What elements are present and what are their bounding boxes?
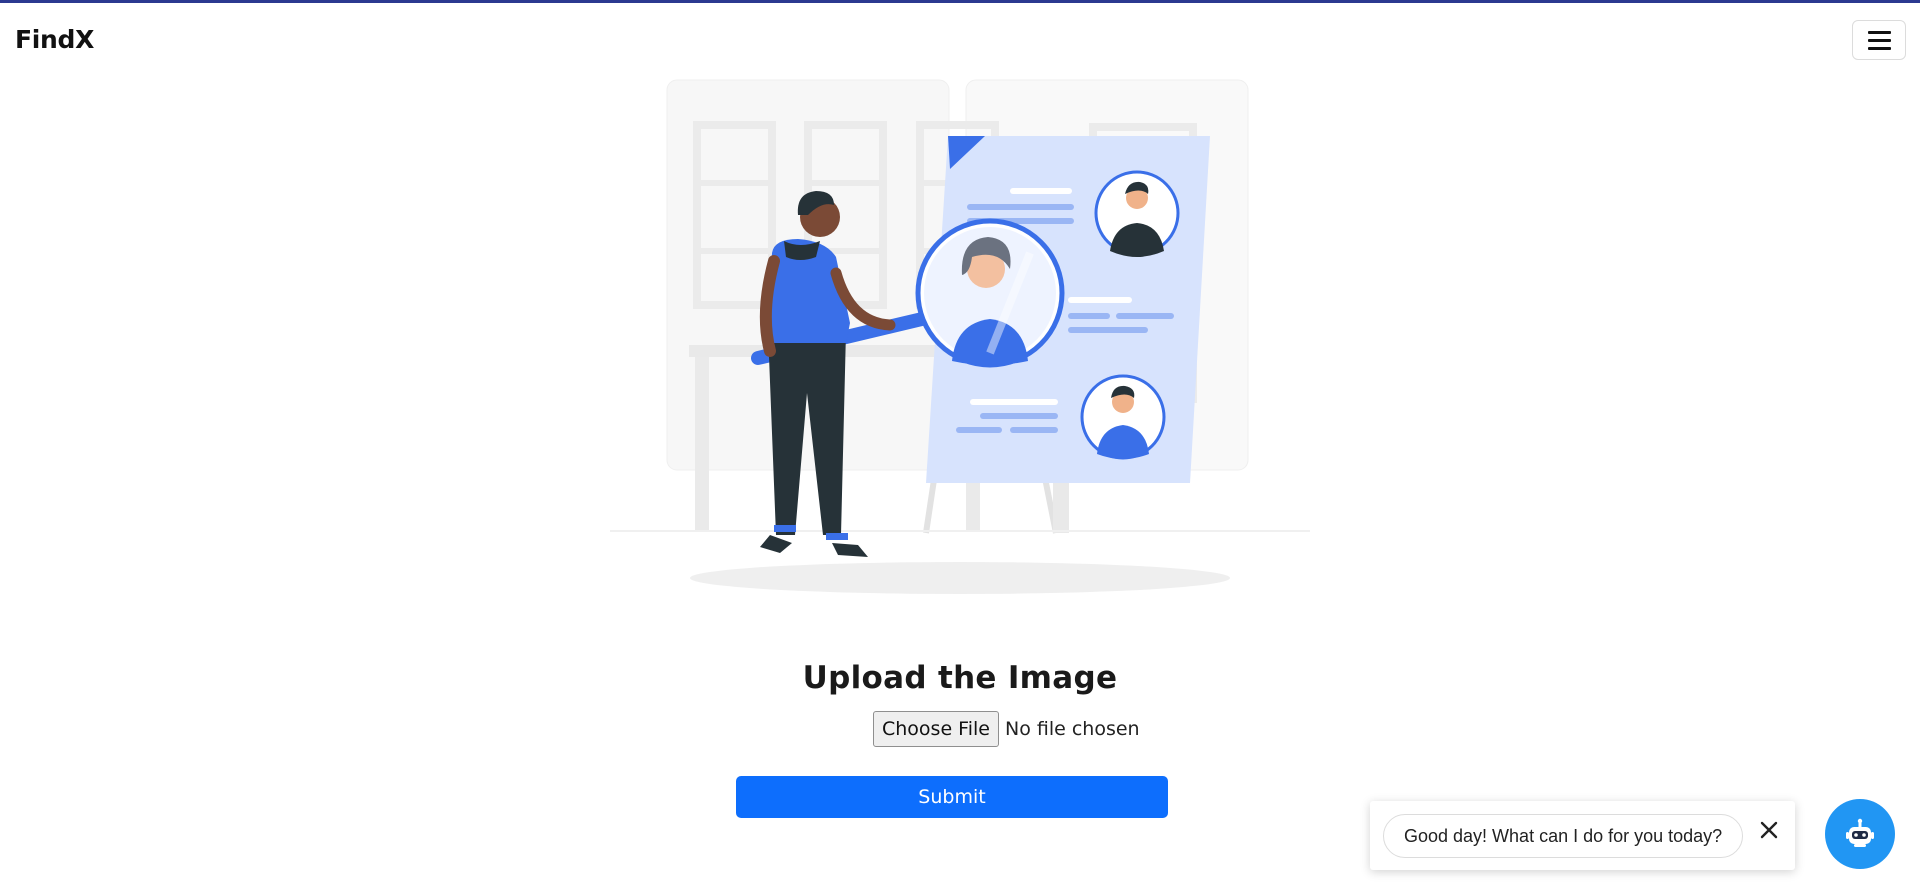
navbar: FindX bbox=[0, 3, 1920, 73]
brand-logo[interactable]: FindX bbox=[15, 25, 94, 54]
close-icon bbox=[1760, 821, 1778, 839]
menu-toggle-button[interactable] bbox=[1852, 20, 1906, 60]
chat-close-button[interactable] bbox=[1755, 816, 1783, 844]
file-status-text: No file chosen bbox=[1004, 717, 1140, 740]
upload-title: Upload the Image bbox=[802, 660, 1118, 696]
chat-greeting-message[interactable]: Good day! What can I do for you today? bbox=[1383, 814, 1744, 858]
chat-greeting-popup: Good day! What can I do for you today? bbox=[1370, 801, 1795, 870]
choose-file-button[interactable]: Choose File bbox=[873, 710, 999, 747]
hero-illustration bbox=[610, 73, 1310, 613]
hamburger-menu-icon bbox=[1867, 30, 1891, 50]
robot-icon bbox=[1846, 818, 1874, 847]
chat-greeting-text: Good day! What can I do for you today? bbox=[1404, 825, 1723, 846]
file-input[interactable]: Choose File No file chosen bbox=[873, 710, 1140, 747]
chat-launcher-button[interactable] bbox=[1825, 799, 1895, 869]
submit-button[interactable]: Submit bbox=[736, 776, 1168, 818]
